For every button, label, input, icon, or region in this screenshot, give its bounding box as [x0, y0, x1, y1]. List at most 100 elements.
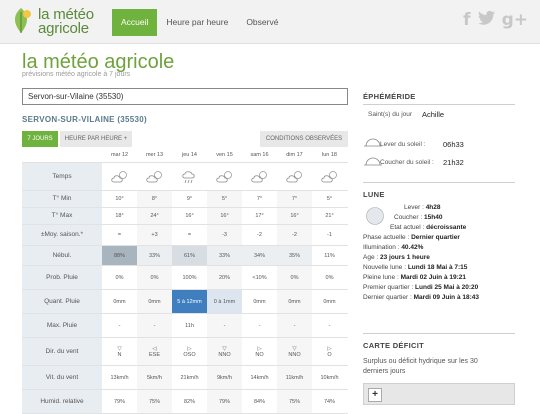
weather-rain-icon	[172, 163, 207, 190]
day-header: jeu 14	[172, 147, 207, 162]
humid-cell: 75%	[277, 390, 312, 413]
tmin-cell: 9°	[172, 191, 207, 207]
table-row-tmin: T° Min 10° 8° 9° 5° 7° 7° 5°	[22, 191, 348, 208]
brand-logo[interactable]: la météo agricole	[8, 6, 108, 38]
tab-conditions-observees[interactable]: CONDITIONS OBSERVÉES	[260, 131, 348, 147]
prob-cell: 20%	[207, 266, 242, 289]
wind-dir-cell: ▽ NNO	[277, 338, 312, 365]
row-label: Nébul.	[22, 246, 102, 265]
page-subtitle: prévisions météo agricole à 7 jours	[22, 71, 131, 78]
tmax-cell: 16°	[207, 208, 242, 224]
wind-dir-cell: ▷ OSO	[172, 338, 207, 365]
map-zoom-in-button[interactable]: +	[368, 388, 382, 402]
tab-heure-par-heure[interactable]: HEURE PAR HEURE +	[60, 131, 132, 147]
moy-cell: -2	[277, 225, 312, 245]
ephemeride-title: ÉPHÉMÉRIDE	[363, 92, 416, 101]
moon-dernier-quartier: Dernier quartier : Mardi 09 Juin à 18:43	[363, 294, 479, 301]
deficit-map[interactable]: +	[363, 383, 515, 405]
row-label: Humid. relative	[22, 390, 102, 413]
deficit-text-2: derniers jours	[363, 368, 406, 375]
table-row-vit-vent: Vit. du vent 13km/h 5km/h 21km/h 9km/h 1…	[22, 366, 348, 390]
quant-cell: 0 à 1mm	[207, 290, 242, 313]
tmax-cell: 18°	[102, 208, 137, 224]
max-cell: -	[102, 314, 137, 337]
twitter-icon[interactable]	[477, 10, 495, 31]
nebul-cell: 11%	[312, 246, 347, 265]
prob-cell: 0%	[102, 266, 137, 289]
wind-speed-cell: 13km/h	[102, 366, 137, 389]
max-cell: -	[242, 314, 277, 337]
sunrise-value: 06h33	[443, 140, 464, 149]
max-cell: 11h	[172, 314, 207, 337]
moon-icon	[366, 207, 384, 225]
moon-age: Age : 23 jours 1 heure	[363, 254, 430, 261]
max-cell: -	[277, 314, 312, 337]
social-links: f g+	[463, 10, 528, 31]
facebook-icon[interactable]: f	[463, 10, 470, 31]
wind-dir-cell: ▷ O	[312, 338, 347, 365]
sunset-value: 21h32	[443, 158, 464, 167]
deficit-text-1: Surplus ou déficit hydrique sur les 30	[363, 358, 478, 365]
nav-observe[interactable]: Observé	[237, 9, 287, 36]
moon-illumination: Illumination : 40.42%	[363, 244, 424, 251]
moon-pleine-lune: Pleine lune : Mardi 02 Juin à 19:21	[363, 274, 466, 281]
row-label: Dir. du vent	[22, 338, 102, 365]
brand-line-2: agricole	[38, 20, 89, 37]
divider	[363, 104, 515, 105]
humid-cell: 79%	[207, 390, 242, 413]
city-search-input[interactable]	[22, 88, 348, 105]
table-row-max-pluie: Max. Pluie - - 11h - - - -	[22, 314, 348, 338]
row-label: Vit. du vent	[22, 366, 102, 389]
divider	[363, 333, 515, 334]
nebul-cell: 61%	[172, 246, 207, 265]
weather-cloudy-sun-icon	[102, 163, 137, 190]
nav-accueil[interactable]: Accueil	[112, 9, 158, 36]
wind-dir-cell: ▽ N	[102, 338, 137, 365]
tab-7-jours[interactable]: 7 JOURS	[22, 131, 58, 147]
forecast-tabs: 7 JOURS HEURE PAR HEURE + CONDITIONS OBS…	[22, 131, 348, 147]
prob-cell: 0%	[277, 266, 312, 289]
nav-heure-par-heure[interactable]: Heure par heure	[157, 9, 237, 36]
humid-cell: 84%	[242, 390, 277, 413]
table-header-row: mar 12 mer 13 jeu 14 ven 15 sam 16 dim 1…	[22, 147, 348, 163]
quant-cell: 0mm	[137, 290, 172, 313]
moy-cell: -3	[207, 225, 242, 245]
tmax-cell: 24°	[137, 208, 172, 224]
main-nav: Accueil Heure par heure Observé	[112, 9, 287, 36]
moon-premier-quartier: Premier quartier : Lundi 25 Mai à 20:20	[363, 284, 479, 291]
table-row-prob-pluie: Prob. Pluie 0% 0% 100% 20% <10% 0% 0%	[22, 266, 348, 290]
row-label: Max. Pluie	[22, 314, 102, 337]
table-row-temps: Temps	[22, 163, 348, 191]
tmin-cell: 8°	[137, 191, 172, 207]
max-cell: -	[137, 314, 172, 337]
tmin-cell: 7°	[242, 191, 277, 207]
forecast-table: mar 12 mer 13 jeu 14 ven 15 sam 16 dim 1…	[22, 147, 348, 414]
wind-speed-cell: 10km/h	[312, 366, 347, 389]
moy-cell: -1	[312, 225, 347, 245]
saint-value: Achille	[422, 110, 445, 119]
google-plus-icon[interactable]: g+	[502, 10, 528, 31]
sunset-label: Coucher du soleil :	[380, 159, 434, 166]
moon-etat: Etat actuel : décroissante	[390, 224, 467, 231]
weather-cloudy-sun-icon	[277, 163, 312, 190]
lune-title: LUNE	[363, 190, 385, 199]
wind-dir-cell: ▷ NO	[242, 338, 277, 365]
city-heading: SERVON-SUR-VILAINE (35530)	[22, 115, 148, 124]
table-row-humid: Humid. relative 79% 75% 82% 79% 84% 75% …	[22, 390, 348, 414]
leaf-icon	[14, 8, 31, 33]
moon-nouvelle-lune: Nouvelle lune : Lundi 18 Mai à 7:15	[363, 264, 468, 271]
header-empty	[22, 147, 102, 162]
weather-cloudy-sun-icon	[207, 163, 242, 190]
prob-cell: 100%	[172, 266, 207, 289]
moy-cell: =	[102, 225, 137, 245]
day-header: dim 17	[277, 147, 312, 162]
tmax-cell: 17°	[242, 208, 277, 224]
row-label: T° Max	[22, 208, 102, 224]
wind-dir-cell: ◁ ESE	[137, 338, 172, 365]
prob-cell: <10%	[242, 266, 277, 289]
tmax-cell: 21°	[312, 208, 347, 224]
quant-cell: 0mm	[277, 290, 312, 313]
deficit-title: CARTE DÉFICIT	[363, 341, 424, 350]
day-header: ven 15	[207, 147, 242, 162]
max-cell: -	[312, 314, 347, 337]
